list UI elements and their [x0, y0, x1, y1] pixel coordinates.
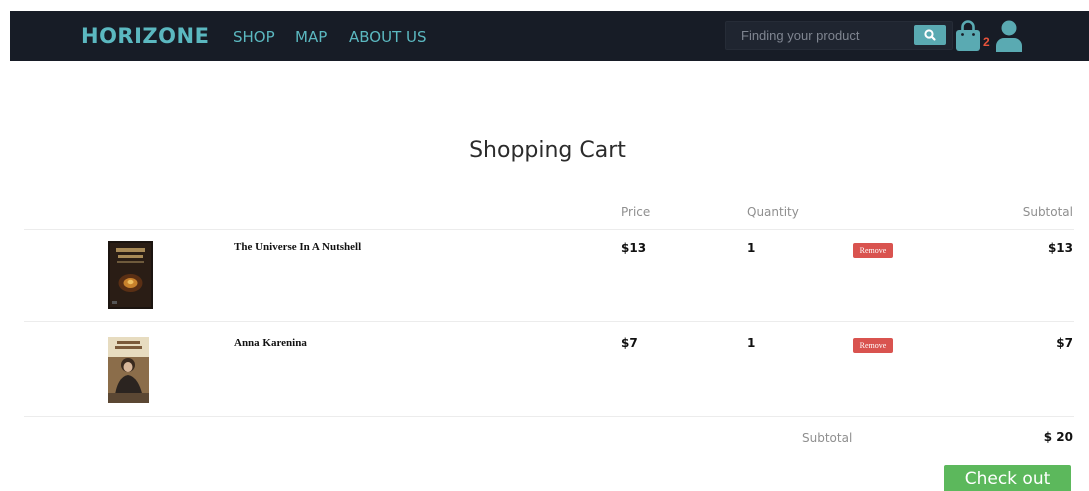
brand-logo[interactable]: HORIZONE — [81, 24, 209, 48]
product-subtotal: $7 — [1056, 336, 1073, 350]
product-name[interactable]: The Universe In A Nutshell — [234, 241, 361, 253]
cart-total: $ 20 — [1043, 430, 1073, 444]
divider — [24, 416, 1074, 417]
divider — [24, 229, 1074, 230]
divider — [24, 321, 1074, 322]
remove-button[interactable]: Remove — [853, 243, 893, 258]
page: HORIZONE SHOP MAP ABOUT US 2 Shopping Ca… — [0, 0, 1089, 491]
cart-count-badge: 2 — [983, 35, 990, 49]
header-quantity: Quantity — [747, 205, 799, 219]
nav-link-shop[interactable]: SHOP — [233, 28, 275, 46]
book-cover-icon — [108, 337, 149, 403]
book-cover-icon — [108, 241, 153, 309]
shopping-bag-icon[interactable] — [954, 19, 982, 53]
nav-link-map[interactable]: MAP — [295, 28, 327, 46]
product-quantity: 1 — [747, 241, 756, 255]
subtotal-label: Subtotal — [802, 431, 853, 445]
product-quantity: 1 — [747, 336, 756, 350]
user-icon[interactable] — [995, 19, 1023, 53]
navbar: HORIZONE SHOP MAP ABOUT US 2 — [10, 11, 1089, 61]
search-icon — [924, 29, 936, 41]
product-image[interactable] — [108, 241, 153, 309]
checkout-button[interactable]: Check out — [944, 465, 1071, 491]
header-price: Price — [621, 205, 651, 219]
nav-link-about-us[interactable]: ABOUT US — [349, 28, 427, 46]
product-name[interactable]: Anna Karenina — [234, 337, 307, 349]
header-subtotal: Subtotal — [1022, 205, 1073, 219]
product-price: $7 — [621, 336, 638, 350]
page-title: Shopping Cart — [469, 138, 626, 163]
product-image[interactable] — [108, 337, 149, 403]
product-subtotal: $13 — [1047, 241, 1073, 255]
search-button[interactable] — [914, 25, 946, 45]
remove-button[interactable]: Remove — [853, 338, 893, 353]
product-price: $13 — [621, 241, 647, 255]
